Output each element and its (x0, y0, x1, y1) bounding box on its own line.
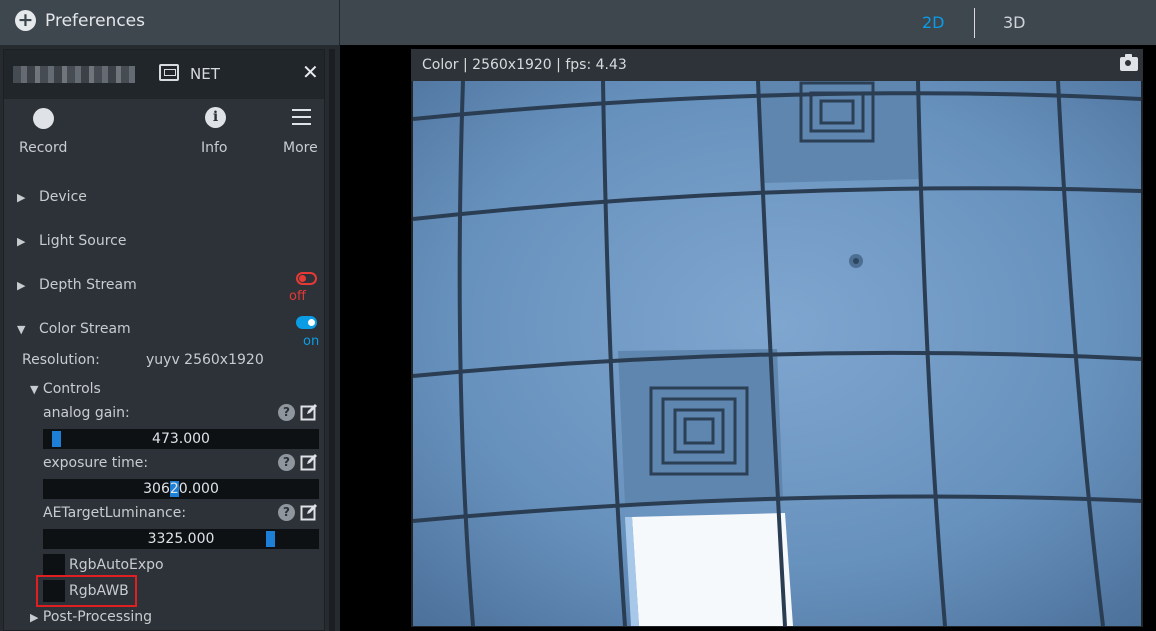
device-panel: NET ✕ Record i Info More ▶ Device ▶ Ligh… (3, 49, 325, 631)
help-icon[interactable]: ? (278, 404, 295, 421)
edit-icon[interactable] (300, 403, 318, 421)
viewer-header: Color | 2560x1920 | fps: 4.43 (411, 49, 1143, 81)
section-depth-stream-label: Depth Stream (39, 277, 137, 293)
controls-label: Controls (42, 381, 101, 397)
exposure-time-slider[interactable]: 30620.000 (43, 479, 319, 499)
ae-target-luminance-slider[interactable]: 3325.000 (43, 529, 319, 549)
record-label: Record (19, 140, 68, 156)
expand-down-icon: ▼ (30, 383, 39, 396)
stream-info: Color | 2560x1920 | fps: 4.43 (422, 57, 627, 73)
device-name-blurred (13, 66, 135, 83)
tab-2d[interactable]: 2D (922, 13, 945, 32)
resolution-value[interactable]: yuyv 2560x1920 (146, 352, 264, 368)
rgb-auto-expo-label: RgbAutoExpo (69, 557, 164, 573)
controls-toggle[interactable]: ▼ Controls (30, 381, 101, 397)
menu-icon (292, 109, 311, 125)
stream-viewer: Color | 2560x1920 | fps: 4.43 (411, 49, 1143, 627)
tab-3d[interactable]: 3D (1003, 13, 1026, 32)
rgb-awb-highlight (36, 575, 137, 607)
post-processing-label: Post-Processing (42, 609, 153, 625)
depth-stream-toggle[interactable] (296, 272, 317, 285)
ae-target-luminance-label: AETargetLuminance: (43, 505, 187, 521)
analog-gain-value: 473.000 (152, 431, 210, 447)
section-light-source-label: Light Source (39, 233, 127, 249)
color-stream-image (413, 81, 1141, 626)
section-color-stream[interactable]: ▼ Color Stream (4, 321, 324, 341)
close-icon[interactable]: ✕ (302, 60, 319, 84)
info-icon: i (205, 107, 226, 128)
preferences-button[interactable]: + Preferences (0, 0, 340, 45)
network-icon (159, 64, 179, 81)
device-toolbar: Record i Info More (4, 99, 324, 169)
analog-gain-slider[interactable]: 473.000 (43, 429, 319, 449)
section-device-label: Device (39, 189, 87, 205)
section-color-stream-label: Color Stream (39, 321, 131, 337)
exposure-time-label: exposure time: (43, 455, 149, 471)
expand-right-icon: ▶ (30, 611, 39, 624)
ae-target-luminance-value: 3325.000 (147, 531, 215, 547)
section-post-processing[interactable]: ▶ Post-Processing (30, 609, 152, 625)
tab-divider (974, 8, 975, 38)
info-label: Info (201, 140, 228, 156)
help-icon[interactable]: ? (278, 454, 295, 471)
expand-down-icon: ▼ (17, 323, 26, 336)
section-device[interactable]: ▶ Device (4, 189, 324, 209)
record-icon (33, 108, 54, 129)
expand-right-icon: ▶ (17, 191, 26, 204)
top-bar: + Preferences 2D 3D (0, 0, 1156, 45)
resolution-label: Resolution: (22, 352, 100, 368)
camera-icon[interactable] (1120, 54, 1138, 71)
device-header: NET ✕ (4, 50, 324, 99)
ceiling-image (413, 81, 1141, 626)
section-depth-stream[interactable]: ▶ Depth Stream (4, 277, 324, 297)
panel-scrollbar[interactable] (329, 49, 335, 631)
help-icon[interactable]: ? (278, 504, 295, 521)
expand-right-icon: ▶ (17, 279, 26, 292)
analog-gain-label: analog gain: (43, 405, 130, 421)
depth-stream-state: off (289, 289, 306, 304)
more-label: More (283, 140, 318, 156)
color-stream-state: on (303, 334, 320, 349)
expand-right-icon: ▶ (17, 235, 26, 248)
edit-icon[interactable] (300, 453, 318, 471)
color-stream-toggle[interactable] (296, 316, 317, 329)
section-light-source[interactable]: ▶ Light Source (4, 233, 324, 253)
connection-label: NET (190, 65, 220, 83)
rgb-auto-expo-checkbox[interactable] (43, 554, 65, 576)
exposure-time-value: 30620.000 (143, 481, 219, 497)
preferences-label: Preferences (45, 11, 145, 31)
plus-circle-icon: + (15, 10, 36, 31)
edit-icon[interactable] (300, 503, 318, 521)
